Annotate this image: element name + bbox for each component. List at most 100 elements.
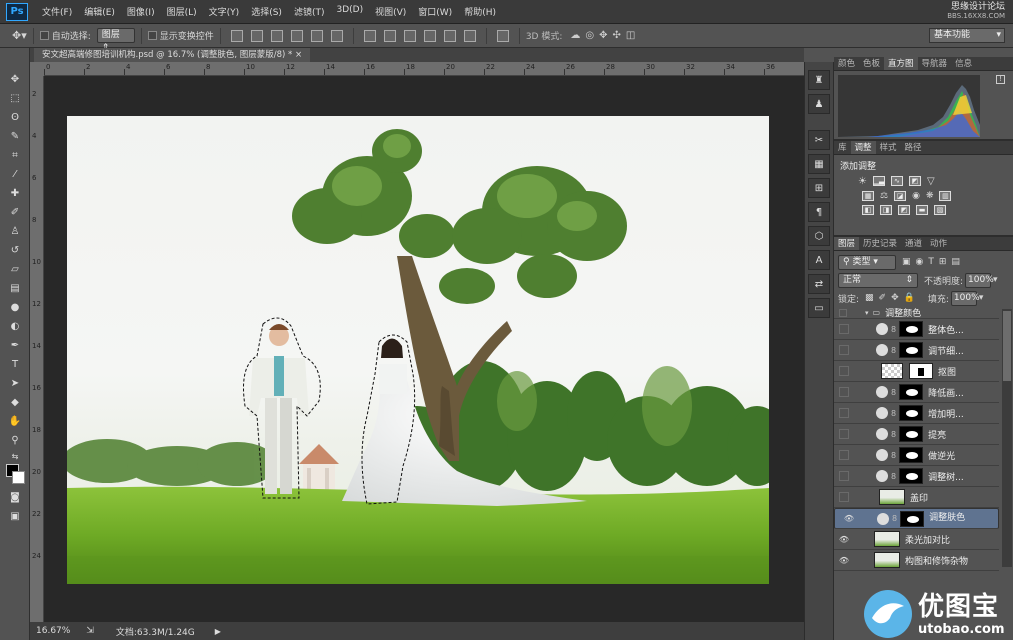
visibility-box[interactable] [839, 324, 849, 334]
brush-presets-icon[interactable]: ✂ [808, 130, 830, 150]
crop-tool-icon[interactable]: ⌗ [0, 146, 30, 165]
align-vcenter-icon[interactable] [250, 29, 263, 42]
distribute-vcenter-icon[interactable] [383, 29, 396, 42]
distribute-top-icon[interactable] [363, 29, 376, 42]
distribute-hcenter-icon[interactable] [443, 29, 456, 42]
eyedropper-tool-icon[interactable]: ⁄ [0, 165, 30, 184]
tab-layer-0[interactable]: 图层 [834, 237, 860, 250]
clone-stamp-tool-icon[interactable]: ♙ [0, 222, 30, 241]
layer-row[interactable]: 8 调整树... [834, 466, 999, 487]
tab-adj-1[interactable]: 调整 [850, 141, 876, 154]
layer-thumb[interactable] [879, 489, 905, 505]
layer-mask-thumb[interactable] [899, 342, 924, 358]
pen-tool-icon[interactable]: ✒ [0, 336, 30, 355]
menu-item[interactable]: 帮助(H) [458, 5, 502, 18]
marquee-tool-icon[interactable]: ⬚ [0, 89, 30, 108]
curves-icon[interactable]: ∿ [890, 176, 903, 186]
levels-icon[interactable]: ▁▃ [872, 176, 885, 186]
char-styles-icon[interactable]: A [808, 250, 830, 270]
eye-icon[interactable]: 👁 [838, 535, 850, 544]
align-bottom-icon[interactable] [270, 29, 283, 42]
layer-mask-thumb[interactable] [899, 384, 924, 400]
layer-row[interactable]: 8 提亮 [834, 424, 999, 445]
layer-group-row[interactable]: ▾ ▭ 调整颜色 [834, 307, 999, 319]
threshold-icon[interactable]: ◩ [898, 205, 910, 215]
menu-item[interactable]: 3D(D) [330, 5, 369, 18]
tab-adj-0[interactable]: 库 [834, 141, 851, 154]
layer-mask-thumb[interactable] [899, 447, 924, 463]
tab-top-2[interactable]: 直方图 [884, 57, 918, 70]
layer-row[interactable]: 8 整体色... [834, 319, 999, 340]
swap-colors-icon[interactable]: ⇆ [0, 450, 30, 462]
tool-presets-icon[interactable]: ♜ [808, 70, 830, 90]
gradient-map-icon[interactable]: ▬ [916, 205, 928, 215]
layer-mask-thumb[interactable] [900, 510, 925, 527]
menu-item[interactable]: 窗口(W) [412, 5, 458, 18]
layer-row[interactable]: 8 增加明... [834, 403, 999, 424]
vibrance-icon[interactable]: ▽ [927, 176, 935, 187]
layer-row[interactable]: 8 调节细... [834, 340, 999, 361]
menu-item[interactable]: 图像(I) [121, 5, 161, 18]
layer-mask-thumb[interactable] [909, 363, 933, 379]
channel-mixer-icon[interactable]: ❋ [926, 191, 934, 201]
healing-brush-tool-icon[interactable]: ✚ [0, 184, 30, 203]
photo-filter-icon[interactable]: ◉ [912, 191, 920, 201]
brush-panel-icon[interactable]: ▦ [808, 154, 830, 174]
black-white-icon[interactable]: ◪ [894, 191, 907, 201]
history-brush-tool-icon[interactable]: ↺ [0, 241, 30, 260]
properties-icon[interactable]: ⇄ [808, 274, 830, 294]
quick-select-tool-icon[interactable]: ✎ [0, 127, 30, 146]
dodge-tool-icon[interactable]: ◐ [0, 317, 30, 336]
document-image[interactable] [67, 116, 769, 584]
align-right-icon[interactable] [330, 29, 343, 42]
color-swatches[interactable] [0, 462, 29, 488]
move-tool-icon[interactable]: ✥▾ [12, 29, 27, 42]
layer-mask-thumb[interactable] [899, 321, 924, 337]
layers-scrollbar-thumb[interactable] [1003, 311, 1011, 381]
quick-mask-icon[interactable]: ◙ [0, 488, 30, 507]
auto-align-icon[interactable] [496, 29, 509, 42]
align-left-icon[interactable] [290, 29, 303, 42]
distribute-bottom-icon[interactable] [403, 29, 416, 42]
menu-item[interactable]: 文件(F) [36, 5, 78, 18]
menu-item[interactable]: 图层(L) [161, 5, 203, 18]
tab-top-4[interactable]: 信息 [951, 57, 976, 70]
color-lookup-icon[interactable]: ▥ [939, 191, 952, 201]
lasso-tool-icon[interactable]: ʘ [0, 108, 30, 127]
distribute-right-icon[interactable] [463, 29, 476, 42]
lock-icons[interactable]: ▩✐✥🔒 [865, 293, 920, 303]
workspace-dropdown[interactable]: 基本功能 ▾ [929, 28, 1005, 43]
layer-mask-thumb[interactable] [899, 426, 924, 442]
eye-icon[interactable]: 👁 [838, 556, 850, 565]
menu-item[interactable]: 视图(V) [369, 5, 412, 18]
tab-layer-3[interactable]: 动作 [926, 237, 951, 250]
layer-filter-icons[interactable]: ▣◉T⊞▤ [902, 257, 965, 267]
status-menu-arrow-icon[interactable]: ▶ [215, 627, 221, 636]
layer-mask-thumb[interactable] [899, 405, 924, 421]
brightness-icon[interactable]: ☀ [858, 176, 867, 187]
tab-layer-1[interactable]: 历史记录 [859, 237, 901, 250]
visibility-box[interactable] [839, 429, 849, 439]
align-top-icon[interactable] [230, 29, 243, 42]
layer-row[interactable]: 👁 构图和修饰杂物 [834, 550, 999, 571]
hand-tool-icon[interactable]: ✋ [0, 412, 30, 431]
tab-adj-3[interactable]: 路径 [901, 141, 926, 154]
eye-icon[interactable]: 👁 [843, 512, 855, 525]
invert-icon[interactable]: ◧ [862, 205, 874, 215]
visibility-box[interactable] [839, 408, 849, 418]
distribute-left-icon[interactable] [423, 29, 436, 42]
visibility-box[interactable] [839, 492, 849, 502]
layer-row[interactable]: 抠图 [834, 361, 999, 382]
menu-item[interactable]: 选择(S) [245, 5, 288, 18]
visibility-box[interactable] [839, 345, 849, 355]
close-icon[interactable]: × [295, 50, 302, 60]
3d-mode-icons[interactable]: ☁◎✥✣◫ [570, 30, 640, 41]
visibility-box[interactable] [839, 387, 849, 397]
layer-row[interactable]: 8 降低画... [834, 382, 999, 403]
brush-tool-icon[interactable]: ✐ [0, 203, 30, 222]
posterize-icon[interactable]: ◨ [880, 205, 892, 215]
selective-color-icon[interactable]: ▧ [934, 205, 946, 215]
layers-scrollbar[interactable] [1002, 309, 1012, 567]
move-tool-icon[interactable]: ✥ [0, 70, 30, 89]
visibility-box[interactable] [839, 366, 849, 376]
